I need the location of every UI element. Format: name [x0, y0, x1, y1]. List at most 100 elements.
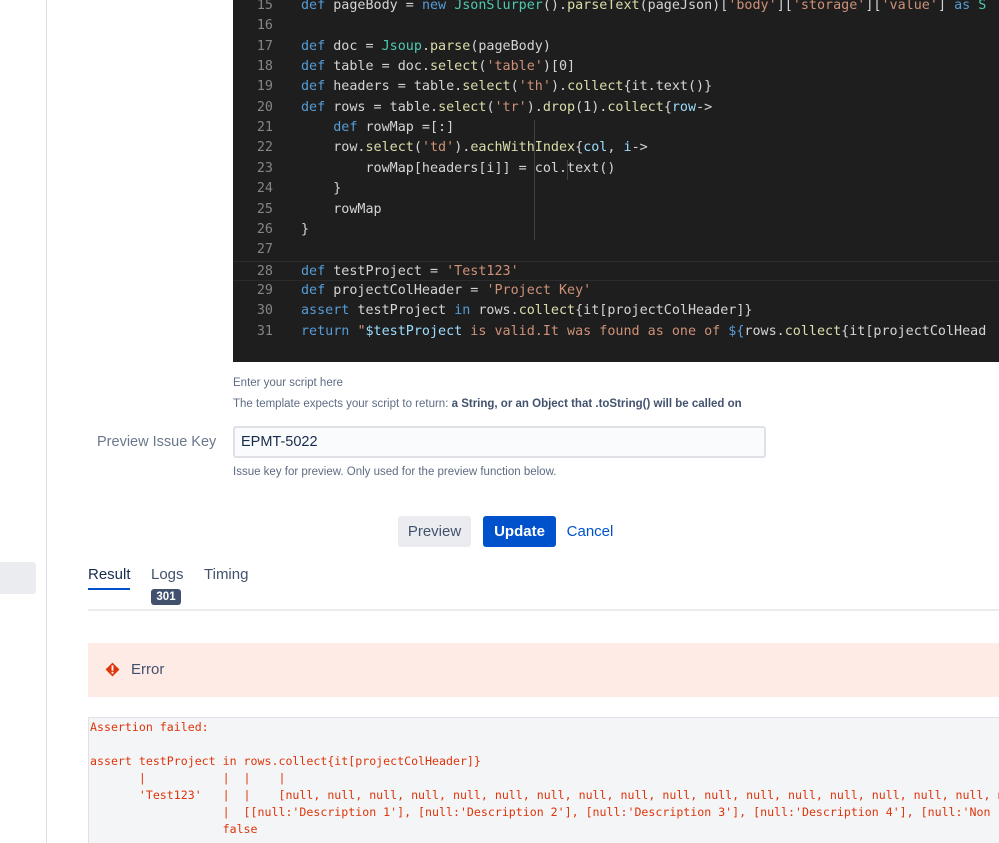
code-token: $testProject: [366, 324, 463, 339]
line-number: 18: [233, 57, 273, 77]
code-token: [301, 120, 333, 135]
code-line[interactable]: 16: [233, 16, 999, 36]
code-line[interactable]: 18 def table = doc.select('table')[0]: [233, 57, 999, 77]
code-line[interactable]: 23 rowMap[headers[i]] = col.text(): [233, 159, 999, 179]
code-text: row.select('td').eachWithIndex{col, i->: [301, 138, 648, 158]
code-token: eachWithIndex: [470, 140, 575, 155]
preview-issue-key-label: Preview Issue Key: [97, 434, 216, 450]
code-token: (: [511, 79, 519, 94]
line-number: 27: [233, 240, 273, 260]
code-token: (pageBody): [470, 39, 551, 54]
result-output: Assertion failed:assert testProject in r…: [88, 717, 999, 843]
code-token: doc =: [333, 39, 381, 54]
code-token: {: [664, 100, 672, 115]
line-number: 25: [233, 200, 273, 220]
code-token: def: [301, 264, 333, 279]
code-token: row: [672, 100, 696, 115]
code-token: 'storage': [793, 0, 866, 13]
code-line[interactable]: 17def doc = Jsoup.parse(pageBody): [233, 37, 999, 57]
code-line[interactable]: 26}: [233, 220, 999, 240]
code-token: drop: [543, 100, 575, 115]
code-line[interactable]: 31return "$testProject is valid.It was f…: [233, 322, 999, 342]
code-token: 'body': [728, 0, 776, 13]
code-line[interactable]: 28 def testProject = 'Test123': [233, 261, 999, 281]
code-token: ).: [454, 140, 470, 155]
code-text: def testProject = 'Test123': [301, 262, 519, 282]
code-token: collect: [607, 100, 663, 115]
code-token: def: [301, 283, 333, 298]
tab-logs[interactable]: Logs: [151, 566, 184, 583]
cancel-button[interactable]: Cancel: [562, 516, 618, 547]
code-token: collect: [519, 303, 575, 318]
left-sidebar: [0, 0, 47, 843]
output-line: Assertion failed:: [90, 719, 209, 736]
line-number: 30: [233, 301, 273, 321]
code-line[interactable]: 25 rowMap: [233, 200, 999, 220]
code-token: (pageJson)[: [640, 0, 729, 13]
code-token: projectColHeader =: [333, 283, 486, 298]
line-number: 29: [233, 281, 273, 301]
code-token: }: [301, 222, 309, 237]
code-token: ]: [938, 0, 954, 13]
code-token: (1).: [575, 100, 607, 115]
code-token: ).: [527, 100, 543, 115]
code-token: .: [422, 39, 430, 54]
code-token: Jsoup: [382, 39, 422, 54]
code-token: 'Test123': [446, 264, 519, 279]
line-number: 16: [233, 16, 273, 36]
code-token: rows = table.: [333, 100, 438, 115]
code-token: rowMap[headers[i]] = col.text(): [301, 161, 615, 176]
code-token: ->: [632, 140, 648, 155]
code-token: 'value': [882, 0, 938, 13]
output-line: 'Test123' | | [null, null, null, null, n…: [90, 787, 999, 804]
code-token: ][: [865, 0, 881, 13]
code-token: S: [978, 0, 986, 13]
code-token: col: [583, 140, 607, 155]
line-number: 28: [233, 262, 273, 282]
line-number: 31: [233, 322, 273, 342]
code-token: rowMap: [301, 202, 382, 217]
tab-active-indicator: [88, 588, 130, 590]
code-line[interactable]: 27: [233, 240, 999, 260]
code-token: ${: [728, 324, 744, 339]
code-text: def headers = table.select('th').collect…: [301, 77, 712, 97]
code-token: {it.text()}: [624, 79, 713, 94]
preview-issue-key-input[interactable]: [233, 426, 766, 458]
template-return-help: The template expects your script to retu…: [233, 398, 742, 410]
code-line[interactable]: 19def headers = table.select('th').colle…: [233, 77, 999, 97]
output-line: | | | |: [90, 770, 285, 787]
code-line[interactable]: 30 assert testProject in rows.collect{it[…: [233, 301, 999, 321]
code-token: def: [333, 120, 365, 135]
code-token: row.: [301, 140, 366, 155]
code-text: assert testProject in rows.collect{it[pr…: [301, 301, 753, 321]
code-line[interactable]: 21 def rowMap =[:]: [233, 118, 999, 138]
update-button[interactable]: Update: [483, 516, 556, 547]
code-line[interactable]: 22 row.select('td').eachWithIndex{col, i…: [233, 138, 999, 158]
code-line[interactable]: 20def rows = table.select('tr').drop(1).…: [233, 98, 999, 118]
code-token: in: [454, 303, 478, 318]
code-token: i: [624, 140, 632, 155]
logs-count-badge: 301: [151, 589, 181, 605]
code-line[interactable]: 15 def pageBody = new JsonSlurper().parse…: [233, 0, 999, 16]
code-text: }: [301, 220, 309, 240]
code-text: rowMap[headers[i]] = col.text(): [301, 159, 615, 179]
tab-timing[interactable]: Timing: [204, 566, 248, 583]
tab-result[interactable]: Result: [88, 566, 131, 583]
code-token: def: [301, 39, 333, 54]
code-text: def pageBody = new JsonSlurper().parseTe…: [301, 0, 986, 16]
code-token: def: [301, 59, 333, 74]
code-line[interactable]: 24 }: [233, 179, 999, 199]
code-line[interactable]: 29def projectColHeader = 'Project Key': [233, 281, 999, 301]
line-number: 23: [233, 159, 273, 179]
code-token: 'td': [422, 140, 454, 155]
line-number: 24: [233, 179, 273, 199]
script-editor[interactable]: 15 def pageBody = new JsonSlurper().parse…: [233, 0, 999, 362]
code-token: testProject: [357, 303, 454, 318]
code-token: )[0]: [543, 59, 575, 74]
sidebar-selected-item[interactable]: [0, 562, 36, 594]
preview-button[interactable]: Preview: [398, 516, 471, 547]
line-number: 22: [233, 138, 273, 158]
line-number: 15: [233, 0, 273, 16]
code-text: }: [301, 179, 341, 199]
code-text: def table = doc.select('table')[0]: [301, 57, 575, 77]
